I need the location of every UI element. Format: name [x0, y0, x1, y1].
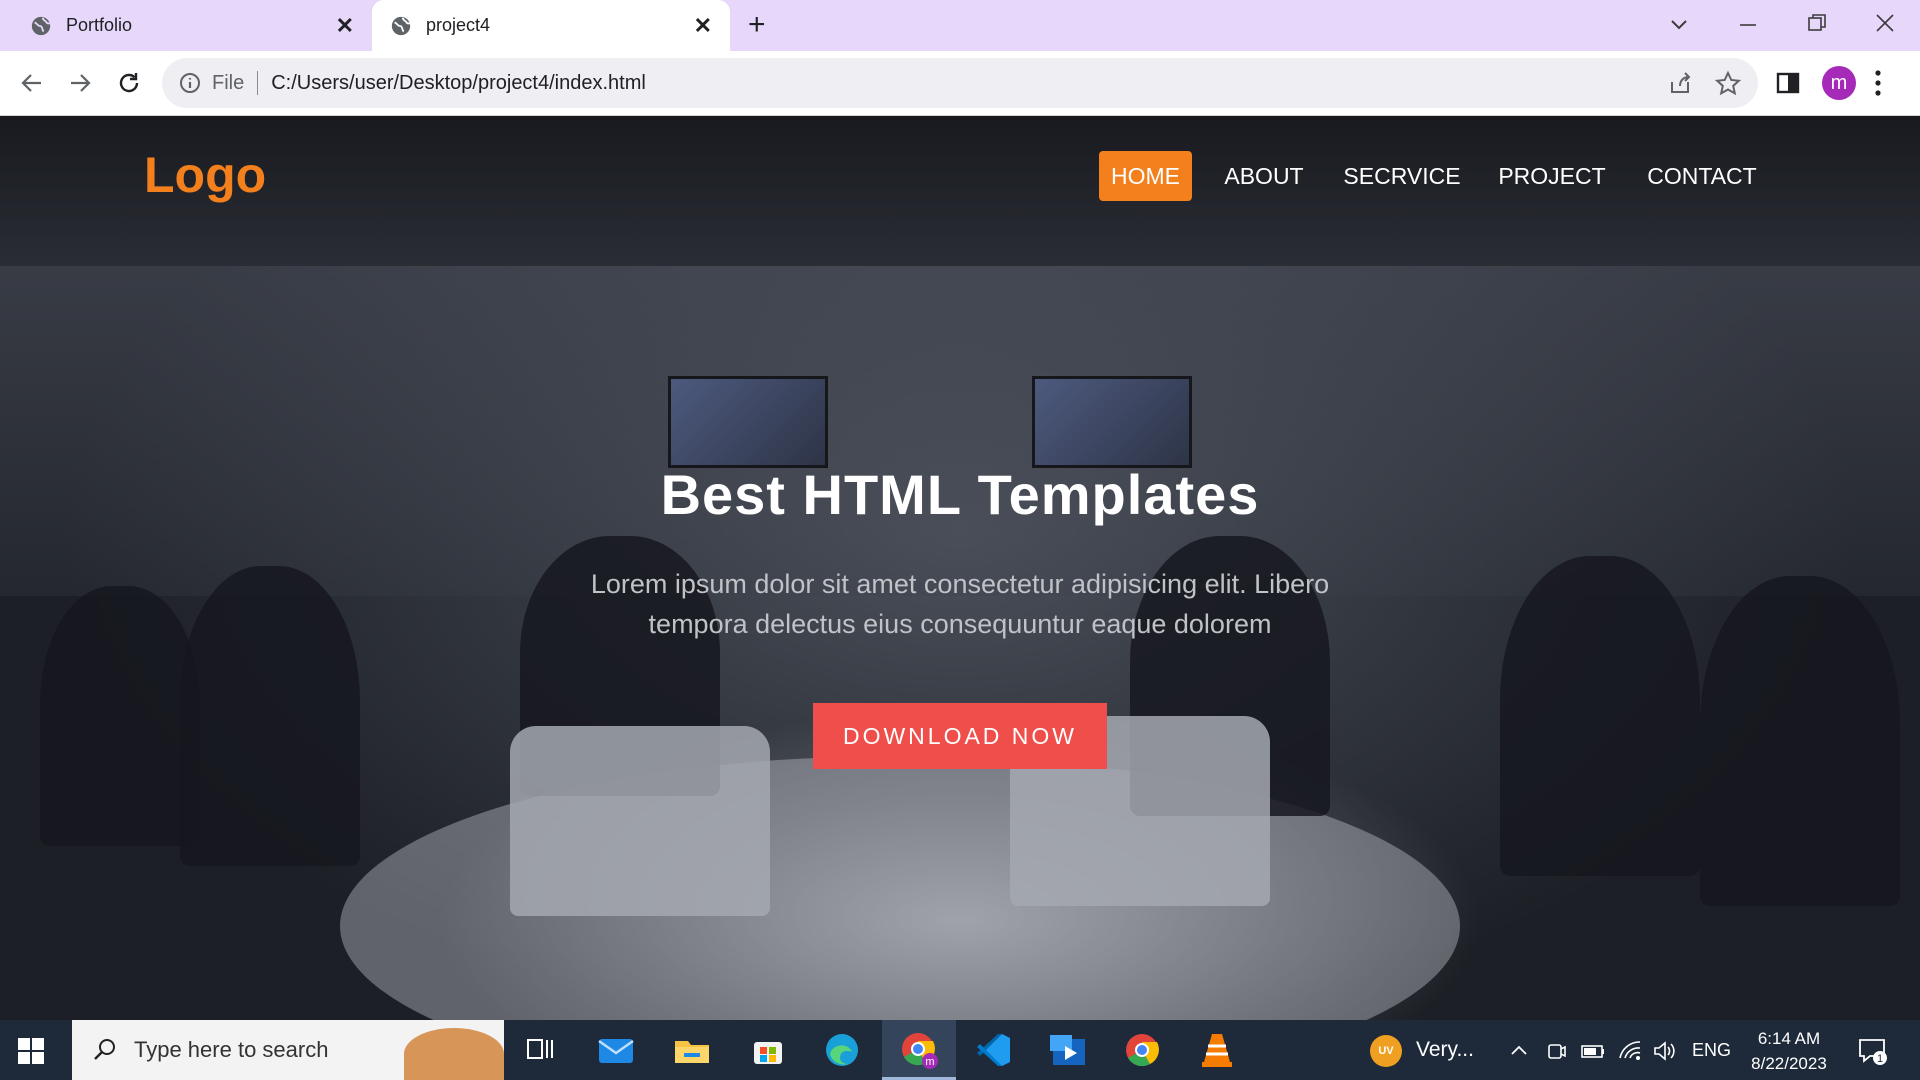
back-button[interactable] [12, 63, 52, 103]
search-highlight-image [404, 1028, 504, 1080]
share-icon[interactable] [1666, 70, 1694, 98]
download-button[interactable]: DOWNLOAD NOW [813, 703, 1107, 769]
meet-now-icon[interactable] [1545, 1040, 1567, 1062]
hero-background-monitor [1032, 376, 1192, 468]
url-text[interactable]: C:/Users/user/Desktop/project4/index.htm… [271, 72, 646, 95]
close-tab-icon[interactable]: ✕ [694, 13, 712, 39]
browser-toolbar: File C:/Users/user/Desktop/project4/inde… [0, 51, 1920, 116]
tab-title: project4 [426, 15, 491, 35]
globe-icon [391, 16, 411, 35]
tab-title: Portfolio [66, 15, 133, 35]
close-tab-icon[interactable]: ✕ [336, 13, 354, 39]
hero-background-figure [1700, 576, 1900, 906]
arrow-right-icon [71, 74, 91, 92]
reload-button[interactable] [109, 63, 149, 103]
page-viewport: Logo HOME ABOUT SECRVICE PROJECT CONTACT… [0, 116, 1920, 1020]
side-panel-icon[interactable] [1776, 71, 1800, 95]
nav-project[interactable]: PROJECT [1492, 151, 1612, 201]
window-close-icon[interactable] [1874, 12, 1896, 34]
restore-icon[interactable] [1806, 12, 1828, 34]
hero-title: Best HTML Templates [660, 463, 1260, 526]
address-separator [257, 71, 259, 95]
hero-background-figure [180, 566, 360, 866]
clock-time: 6:14 AM [1757, 1029, 1821, 1048]
tab-search-chevron-icon[interactable] [1668, 14, 1690, 36]
task-view-icon[interactable] [520, 1030, 560, 1070]
nav-home[interactable]: HOME [1099, 151, 1192, 201]
info-icon[interactable] [178, 71, 202, 95]
site-logo[interactable]: Logo [144, 146, 266, 204]
taskbar: Type here to search m UV Very... ENG 6:1… [0, 1020, 1920, 1080]
language-indicator[interactable]: ENG [1692, 1040, 1731, 1061]
tab-project4[interactable]: project4 ✕ [372, 0, 730, 51]
bookmark-star-icon[interactable] [1714, 70, 1742, 98]
microsoft-store-icon[interactable] [748, 1030, 788, 1070]
hero-background-monitor [668, 376, 828, 468]
file-explorer-icon[interactable] [672, 1030, 712, 1070]
minimize-icon[interactable] [1737, 14, 1759, 36]
reload-icon [119, 73, 139, 93]
video-player-icon[interactable] [1048, 1030, 1088, 1070]
chrome-icon[interactable] [1122, 1030, 1162, 1070]
hero-description: Lorem ipsum dolor sit amet consectetur a… [590, 569, 1330, 639]
address-bar[interactable]: File C:/Users/user/Desktop/project4/inde… [162, 58, 1758, 108]
search-placeholder: Type here to search [134, 1037, 329, 1062]
globe-icon [31, 16, 51, 35]
clock-date: 8/22/2023 [1751, 1054, 1827, 1073]
arrow-left-icon [21, 74, 41, 92]
more-menu-icon[interactable] [1874, 69, 1882, 97]
windows-start-icon[interactable] [18, 1038, 44, 1064]
hero-background-figure [40, 586, 200, 846]
nav-about[interactable]: ABOUT [1215, 151, 1313, 201]
nav-service[interactable]: SECRVICE [1338, 151, 1466, 201]
hero-background-ceiling [0, 116, 1920, 266]
vlc-icon[interactable] [1197, 1030, 1237, 1070]
tab-strip: Portfolio ✕ project4 ✕ + [0, 0, 1920, 51]
taskbar-search[interactable]: Type here to search [72, 1020, 504, 1080]
chevron-up-icon[interactable] [1508, 1040, 1530, 1062]
hero-background-figure [1500, 556, 1700, 876]
weather-text[interactable]: Very... [1416, 1038, 1474, 1062]
scheme-label: File [212, 71, 245, 94]
vscode-icon[interactable] [974, 1030, 1014, 1070]
nav-contact[interactable]: CONTACT [1640, 151, 1764, 201]
search-icon [94, 1039, 115, 1060]
edge-browser-icon[interactable] [822, 1030, 862, 1070]
new-tab-button[interactable]: + [748, 9, 766, 41]
profile-avatar[interactable]: m [1822, 66, 1856, 100]
mail-icon[interactable] [596, 1030, 636, 1070]
forward-button[interactable] [60, 63, 100, 103]
hero-background-chair [510, 726, 770, 916]
chrome-profile-icon[interactable]: m [899, 1030, 939, 1070]
volume-icon[interactable] [1652, 1040, 1676, 1062]
svg-text:m: m [925, 1056, 934, 1068]
system-clock[interactable]: 6:14 AM 8/22/2023 [1744, 1026, 1834, 1076]
battery-icon[interactable] [1580, 1040, 1606, 1062]
wifi-icon[interactable] [1618, 1040, 1642, 1062]
hero-background-wall [0, 266, 1920, 596]
notification-count: 1 [1877, 1053, 1883, 1065]
tab-portfolio[interactable]: Portfolio ✕ [0, 0, 370, 51]
notification-icon[interactable]: 1 [1858, 1036, 1888, 1066]
weather-badge[interactable]: UV [1370, 1035, 1402, 1067]
